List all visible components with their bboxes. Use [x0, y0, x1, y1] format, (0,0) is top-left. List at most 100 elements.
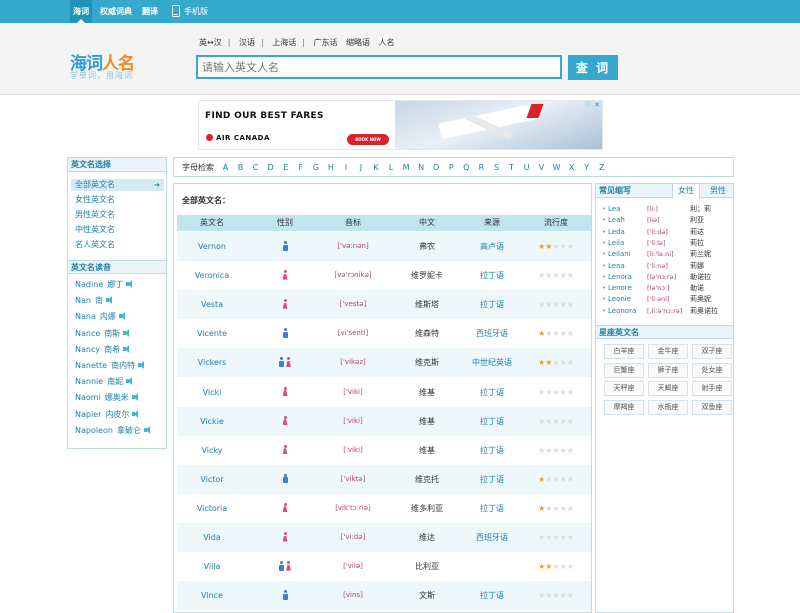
site-logo[interactable]: 海词人名 学单词，用海词	[70, 49, 144, 80]
lang-link-en-cn[interactable]: 英↔汉	[199, 37, 222, 48]
alphabet-letter[interactable]: I	[341, 158, 350, 177]
table-row[interactable]: Vernon ['və:nən] 弗农 高卢语 ★★★★★	[177, 232, 591, 261]
tab-female[interactable]: 女性	[672, 184, 700, 199]
alphabet-letter[interactable]: V	[537, 158, 546, 177]
cell-name[interactable]: Vicente	[177, 319, 247, 348]
table-row[interactable]: Vicente [vi'senti] 维森特 西班牙语 ★★★★★	[177, 319, 591, 348]
table-row[interactable]: Victor ['viktə] 维克托 拉丁语 ★★★★★	[177, 464, 591, 494]
abbr-item[interactable]: • Leila ['li:lə] 莉拉	[602, 238, 730, 249]
zodiac-item[interactable]: 天秤座	[604, 381, 644, 397]
zodiac-item[interactable]: 双子座	[692, 344, 732, 359]
search-input[interactable]	[196, 55, 562, 79]
zodiac-item[interactable]: 摩羯座	[604, 399, 644, 415]
lang-link-chinese[interactable]: 汉语	[239, 37, 255, 48]
cell-name[interactable]: Vince	[177, 581, 247, 610]
alphabet-letter[interactable]: J	[356, 158, 365, 177]
table-row[interactable]: Vince [vins] 文斯 拉丁语 ★★★★★	[177, 581, 591, 611]
zodiac-item[interactable]: 双鱼座	[692, 399, 732, 415]
cell-name[interactable]: Vicky	[177, 436, 247, 465]
name-audio-item[interactable]: Napoleon 拿破仑	[71, 425, 151, 437]
abbr-english[interactable]: Lenora	[608, 272, 632, 283]
alphabet-letter[interactable]: G	[311, 158, 320, 177]
alphabet-letter[interactable]: S	[492, 158, 501, 177]
speaker-icon[interactable]	[123, 344, 130, 353]
alphabet-letter[interactable]: K	[372, 158, 381, 177]
name-audio-item[interactable]: Napier 内皮尔	[71, 409, 139, 421]
abbr-english[interactable]: Lena	[608, 261, 625, 272]
name-audio-item[interactable]: Nana 内娜	[71, 311, 126, 323]
zodiac-item[interactable]: 天蝎座	[648, 381, 688, 397]
abbr-english[interactable]: Leila	[608, 238, 624, 249]
lang-link-names[interactable]: 人名	[379, 37, 395, 48]
zodiac-item[interactable]: 狮子座	[648, 362, 688, 378]
zodiac-item[interactable]: 白羊座	[604, 344, 644, 359]
abbr-english[interactable]: Leah	[608, 215, 625, 226]
cell-name[interactable]: Vesta	[177, 290, 247, 319]
table-row[interactable]: Vicky ['viki] 维基 拉丁语 ★★★★★	[177, 436, 591, 465]
lang-link-cantonese[interactable]: 广东话	[313, 37, 337, 48]
name-audio-item[interactable]: Nance 南斯	[71, 328, 130, 340]
speaker-icon[interactable]	[132, 409, 139, 418]
abbr-english[interactable]: Lenore	[608, 283, 632, 294]
lang-link-abbreviations[interactable]: 缩略语	[346, 37, 370, 48]
alphabet-letter[interactable]: T	[507, 158, 516, 177]
alphabet-letter[interactable]: B	[236, 158, 245, 177]
cell-name[interactable]: Veronica	[177, 261, 247, 290]
ad-close-icon[interactable]: ✕	[593, 101, 601, 109]
alphabet-letter[interactable]: H	[326, 158, 335, 177]
abbr-item[interactable]: • Lenore [lə'nɔ:] 勒诺	[602, 283, 730, 294]
ad-book-now-button[interactable]: BOOK NOW	[347, 134, 389, 145]
speaker-icon[interactable]	[105, 296, 113, 305]
abbr-item[interactable]: • Lena ['li:nə] 莉娜	[602, 261, 730, 272]
category-celebrity[interactable]: 名人英文名	[71, 239, 164, 251]
speaker-icon[interactable]	[123, 328, 130, 337]
cell-name[interactable]: Vickie	[177, 407, 247, 436]
abbr-english[interactable]: Leonie	[608, 294, 631, 305]
speaker-icon[interactable]	[143, 425, 151, 434]
abbr-item[interactable]: • Leda ['li:də] 莉达	[602, 227, 730, 238]
table-row[interactable]: Veronica [və'rɔnikə] 维罗妮卡 拉丁语 ★★★★★	[177, 261, 591, 290]
abbr-item[interactable]: • Lenora [lə'nɔ:rə] 勒诺拉	[602, 272, 730, 283]
name-audio-item[interactable]: Nannie 南妮	[71, 376, 133, 388]
alphabet-letter[interactable]: E	[281, 158, 290, 177]
zodiac-item[interactable]: 巨蟹座	[604, 362, 644, 378]
alphabet-letter[interactable]: W	[552, 158, 561, 177]
abbr-item[interactable]: • Lea [li:] 利；莉	[602, 204, 730, 215]
cell-name[interactable]: Victoria	[177, 494, 247, 523]
alphabet-letter[interactable]: Q	[462, 158, 471, 177]
table-row[interactable]: Vida ['vi:də] 维达 西班牙语 ★★★★★	[177, 523, 591, 552]
alphabet-letter[interactable]: M	[402, 158, 411, 177]
abbr-english[interactable]: Lea	[608, 204, 620, 215]
abbr-item[interactable]: • Leah [liə] 利亚	[602, 215, 730, 226]
nav-tab-dictionaries[interactable]: 权威词典	[99, 0, 133, 23]
category-male[interactable]: 男性英文名	[71, 209, 164, 221]
zodiac-item[interactable]: 金牛座	[648, 344, 688, 359]
cell-name[interactable]: Villa	[177, 552, 247, 581]
abbr-english[interactable]: Leonora	[608, 306, 636, 317]
category-female[interactable]: 女性英文名	[71, 194, 164, 206]
nav-tab-haici[interactable]: 海词	[70, 0, 92, 23]
abbr-english[interactable]: Leda	[608, 227, 625, 238]
table-row[interactable]: Vickers ['vikəz] 维克斯 中世纪英语 ★★★★★	[177, 348, 591, 378]
speaker-icon[interactable]	[126, 377, 133, 386]
zodiac-item[interactable]: 处女座	[692, 362, 732, 378]
alphabet-letter[interactable]: Y	[582, 158, 591, 177]
alphabet-letter[interactable]: X	[567, 158, 576, 177]
ad-banner[interactable]: FIND OUR BEST FARES AIR CANADA BOOK NOW …	[198, 100, 603, 150]
alphabet-letter[interactable]: N	[417, 158, 426, 177]
abbr-item[interactable]: • Leonora [,li:ə'nɔ:rə] 莉奥诺拉	[602, 306, 730, 317]
cell-name[interactable]: Vernon	[177, 232, 247, 261]
zodiac-item[interactable]: 水瓶座	[648, 399, 688, 415]
category-unisex[interactable]: 中性英文名	[71, 224, 164, 236]
name-audio-item[interactable]: Nanette 南内特	[71, 360, 145, 372]
speaker-icon[interactable]	[138, 361, 145, 369]
table-row[interactable]: Villa ['vilə] 比利亚 ★★★★★	[177, 552, 591, 581]
alphabet-letter[interactable]: C	[251, 158, 260, 177]
alphabet-letter[interactable]: F	[296, 158, 305, 177]
cell-name[interactable]: Vickers	[177, 348, 247, 377]
table-row[interactable]: Vickie ['viki] 维基 拉丁语 ★★★★★	[177, 406, 591, 436]
tab-male[interactable]: 男性	[704, 184, 732, 198]
name-audio-item[interactable]: Nancy 南希	[71, 344, 130, 356]
abbr-item[interactable]: • Leilani [li:'la:ni] 莉兰妮	[602, 249, 730, 260]
speaker-icon[interactable]	[131, 393, 139, 402]
